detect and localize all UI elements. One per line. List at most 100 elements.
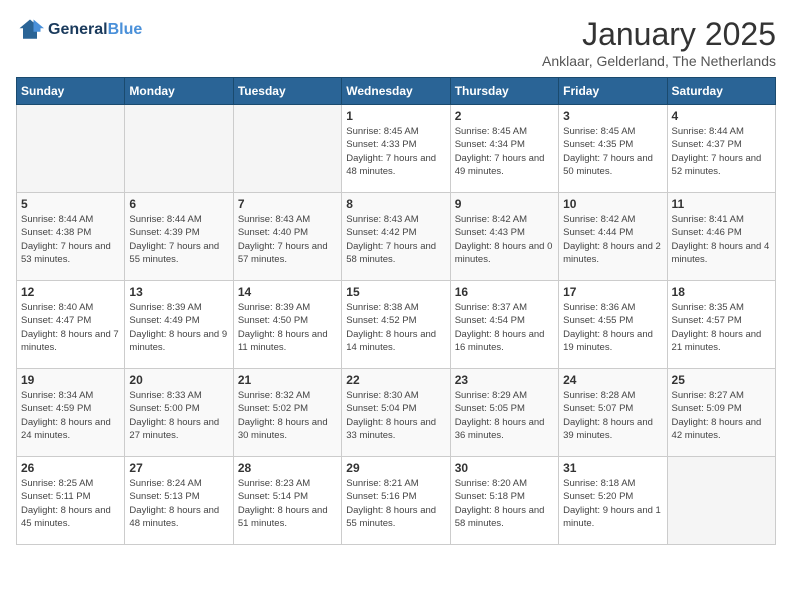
day-number: 11 <box>672 197 771 211</box>
day-number: 19 <box>21 373 120 387</box>
empty-cell <box>667 457 775 545</box>
day-cell-23: 23 Sunrise: 8:29 AMSunset: 5:05 PMDaylig… <box>450 369 558 457</box>
day-info: Sunrise: 8:37 AMSunset: 4:54 PMDaylight:… <box>455 301 554 354</box>
day-cell-6: 6 Sunrise: 8:44 AMSunset: 4:39 PMDayligh… <box>125 193 233 281</box>
day-number: 14 <box>238 285 337 299</box>
day-info: Sunrise: 8:43 AMSunset: 4:40 PMDaylight:… <box>238 213 337 266</box>
day-info: Sunrise: 8:38 AMSunset: 4:52 PMDaylight:… <box>346 301 445 354</box>
day-info: Sunrise: 8:40 AMSunset: 4:47 PMDaylight:… <box>21 301 120 354</box>
day-info: Sunrise: 8:24 AMSunset: 5:13 PMDaylight:… <box>129 477 228 530</box>
day-cell-7: 7 Sunrise: 8:43 AMSunset: 4:40 PMDayligh… <box>233 193 341 281</box>
day-info: Sunrise: 8:33 AMSunset: 5:00 PMDaylight:… <box>129 389 228 442</box>
day-cell-21: 21 Sunrise: 8:32 AMSunset: 5:02 PMDaylig… <box>233 369 341 457</box>
day-cell-8: 8 Sunrise: 8:43 AMSunset: 4:42 PMDayligh… <box>342 193 450 281</box>
day-number: 16 <box>455 285 554 299</box>
day-number: 26 <box>21 461 120 475</box>
day-number: 7 <box>238 197 337 211</box>
week-row-4: 19 Sunrise: 8:34 AMSunset: 4:59 PMDaylig… <box>17 369 776 457</box>
day-number: 21 <box>238 373 337 387</box>
day-cell-2: 2 Sunrise: 8:45 AMSunset: 4:34 PMDayligh… <box>450 105 558 193</box>
weekday-header-sunday: Sunday <box>17 78 125 105</box>
day-cell-16: 16 Sunrise: 8:37 AMSunset: 4:54 PMDaylig… <box>450 281 558 369</box>
weekday-header-wednesday: Wednesday <box>342 78 450 105</box>
day-info: Sunrise: 8:44 AMSunset: 4:39 PMDaylight:… <box>129 213 228 266</box>
day-cell-19: 19 Sunrise: 8:34 AMSunset: 4:59 PMDaylig… <box>17 369 125 457</box>
day-cell-30: 30 Sunrise: 8:20 AMSunset: 5:18 PMDaylig… <box>450 457 558 545</box>
page-header: GeneralBlue January 2025 Anklaar, Gelder… <box>16 16 776 69</box>
day-number: 31 <box>563 461 662 475</box>
day-cell-31: 31 Sunrise: 8:18 AMSunset: 5:20 PMDaylig… <box>559 457 667 545</box>
weekday-header-saturday: Saturday <box>667 78 775 105</box>
day-info: Sunrise: 8:44 AMSunset: 4:38 PMDaylight:… <box>21 213 120 266</box>
day-info: Sunrise: 8:35 AMSunset: 4:57 PMDaylight:… <box>672 301 771 354</box>
day-number: 12 <box>21 285 120 299</box>
day-number: 25 <box>672 373 771 387</box>
day-cell-24: 24 Sunrise: 8:28 AMSunset: 5:07 PMDaylig… <box>559 369 667 457</box>
day-info: Sunrise: 8:18 AMSunset: 5:20 PMDaylight:… <box>563 477 662 530</box>
day-number: 20 <box>129 373 228 387</box>
day-number: 30 <box>455 461 554 475</box>
day-cell-22: 22 Sunrise: 8:30 AMSunset: 5:04 PMDaylig… <box>342 369 450 457</box>
day-cell-9: 9 Sunrise: 8:42 AMSunset: 4:43 PMDayligh… <box>450 193 558 281</box>
day-number: 2 <box>455 109 554 123</box>
day-number: 28 <box>238 461 337 475</box>
title-block: January 2025 Anklaar, Gelderland, The Ne… <box>542 16 776 69</box>
day-info: Sunrise: 8:45 AMSunset: 4:35 PMDaylight:… <box>563 125 662 178</box>
day-number: 9 <box>455 197 554 211</box>
day-info: Sunrise: 8:28 AMSunset: 5:07 PMDaylight:… <box>563 389 662 442</box>
day-info: Sunrise: 8:21 AMSunset: 5:16 PMDaylight:… <box>346 477 445 530</box>
logo-text: GeneralBlue <box>48 21 142 39</box>
calendar-table: SundayMondayTuesdayWednesdayThursdayFrid… <box>16 77 776 545</box>
day-cell-3: 3 Sunrise: 8:45 AMSunset: 4:35 PMDayligh… <box>559 105 667 193</box>
day-cell-12: 12 Sunrise: 8:40 AMSunset: 4:47 PMDaylig… <box>17 281 125 369</box>
empty-cell <box>233 105 341 193</box>
weekday-header-row: SundayMondayTuesdayWednesdayThursdayFrid… <box>17 78 776 105</box>
day-info: Sunrise: 8:29 AMSunset: 5:05 PMDaylight:… <box>455 389 554 442</box>
weekday-header-thursday: Thursday <box>450 78 558 105</box>
day-cell-1: 1 Sunrise: 8:45 AMSunset: 4:33 PMDayligh… <box>342 105 450 193</box>
day-cell-11: 11 Sunrise: 8:41 AMSunset: 4:46 PMDaylig… <box>667 193 775 281</box>
day-info: Sunrise: 8:45 AMSunset: 4:33 PMDaylight:… <box>346 125 445 178</box>
day-cell-5: 5 Sunrise: 8:44 AMSunset: 4:38 PMDayligh… <box>17 193 125 281</box>
day-number: 22 <box>346 373 445 387</box>
empty-cell <box>125 105 233 193</box>
day-info: Sunrise: 8:36 AMSunset: 4:55 PMDaylight:… <box>563 301 662 354</box>
day-number: 10 <box>563 197 662 211</box>
day-cell-26: 26 Sunrise: 8:25 AMSunset: 5:11 PMDaylig… <box>17 457 125 545</box>
day-info: Sunrise: 8:41 AMSunset: 4:46 PMDaylight:… <box>672 213 771 266</box>
week-row-1: 1 Sunrise: 8:45 AMSunset: 4:33 PMDayligh… <box>17 105 776 193</box>
day-number: 1 <box>346 109 445 123</box>
logo-icon <box>16 16 44 44</box>
day-number: 8 <box>346 197 445 211</box>
week-row-3: 12 Sunrise: 8:40 AMSunset: 4:47 PMDaylig… <box>17 281 776 369</box>
day-info: Sunrise: 8:44 AMSunset: 4:37 PMDaylight:… <box>672 125 771 178</box>
day-number: 6 <box>129 197 228 211</box>
day-info: Sunrise: 8:42 AMSunset: 4:43 PMDaylight:… <box>455 213 554 266</box>
day-cell-4: 4 Sunrise: 8:44 AMSunset: 4:37 PMDayligh… <box>667 105 775 193</box>
weekday-header-friday: Friday <box>559 78 667 105</box>
day-info: Sunrise: 8:32 AMSunset: 5:02 PMDaylight:… <box>238 389 337 442</box>
day-info: Sunrise: 8:20 AMSunset: 5:18 PMDaylight:… <box>455 477 554 530</box>
day-number: 3 <box>563 109 662 123</box>
day-info: Sunrise: 8:42 AMSunset: 4:44 PMDaylight:… <box>563 213 662 266</box>
day-info: Sunrise: 8:34 AMSunset: 4:59 PMDaylight:… <box>21 389 120 442</box>
day-info: Sunrise: 8:23 AMSunset: 5:14 PMDaylight:… <box>238 477 337 530</box>
day-cell-20: 20 Sunrise: 8:33 AMSunset: 5:00 PMDaylig… <box>125 369 233 457</box>
day-number: 4 <box>672 109 771 123</box>
day-number: 29 <box>346 461 445 475</box>
month-title: January 2025 <box>542 16 776 53</box>
week-row-5: 26 Sunrise: 8:25 AMSunset: 5:11 PMDaylig… <box>17 457 776 545</box>
day-cell-15: 15 Sunrise: 8:38 AMSunset: 4:52 PMDaylig… <box>342 281 450 369</box>
day-number: 23 <box>455 373 554 387</box>
day-cell-28: 28 Sunrise: 8:23 AMSunset: 5:14 PMDaylig… <box>233 457 341 545</box>
day-cell-29: 29 Sunrise: 8:21 AMSunset: 5:16 PMDaylig… <box>342 457 450 545</box>
day-number: 13 <box>129 285 228 299</box>
day-info: Sunrise: 8:45 AMSunset: 4:34 PMDaylight:… <box>455 125 554 178</box>
day-cell-13: 13 Sunrise: 8:39 AMSunset: 4:49 PMDaylig… <box>125 281 233 369</box>
day-cell-27: 27 Sunrise: 8:24 AMSunset: 5:13 PMDaylig… <box>125 457 233 545</box>
day-info: Sunrise: 8:30 AMSunset: 5:04 PMDaylight:… <box>346 389 445 442</box>
day-info: Sunrise: 8:39 AMSunset: 4:50 PMDaylight:… <box>238 301 337 354</box>
day-cell-25: 25 Sunrise: 8:27 AMSunset: 5:09 PMDaylig… <box>667 369 775 457</box>
day-info: Sunrise: 8:27 AMSunset: 5:09 PMDaylight:… <box>672 389 771 442</box>
week-row-2: 5 Sunrise: 8:44 AMSunset: 4:38 PMDayligh… <box>17 193 776 281</box>
